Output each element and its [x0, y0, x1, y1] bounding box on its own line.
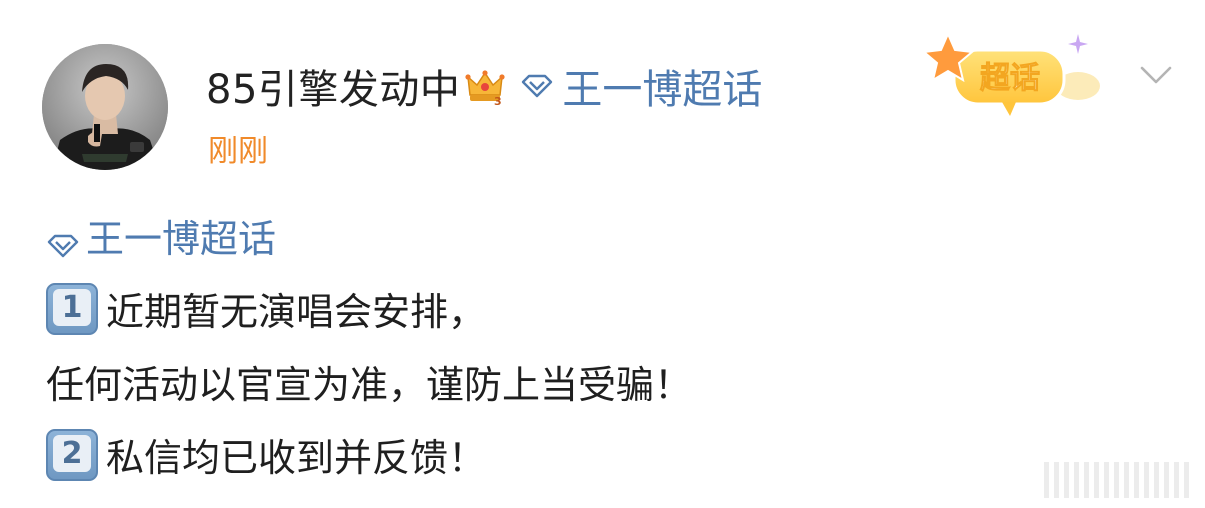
watermark-image	[1040, 456, 1200, 504]
post-timestamp: 刚刚	[208, 134, 268, 169]
diamond-icon	[46, 223, 80, 258]
svg-text:3: 3	[494, 95, 502, 107]
content-topic-label: 王一博超话	[86, 216, 277, 261]
supertopic-badge-label: 超话	[980, 61, 1040, 96]
supertopic-badge[interactable]: 超话	[918, 28, 1108, 120]
diamond-icon	[520, 74, 554, 98]
author-name[interactable]: 85引擎发动中	[206, 57, 460, 115]
header-topic-link[interactable]: 王一博超话	[520, 57, 762, 115]
content-text: 私信均已收到并反馈！	[106, 436, 487, 480]
content-topic-line: 王一博超话	[46, 206, 1176, 264]
content-text: 近期暂无演唱会安排，	[106, 290, 487, 334]
content-line: 任何活动以官宣为准，谨防上当受骗！	[46, 345, 1176, 418]
content-line: 2 私信均已收到并反馈！	[46, 418, 1176, 491]
content-line: 1 近期暂无演唱会安排，	[46, 272, 1176, 345]
chevron-down-icon[interactable]	[1138, 62, 1174, 88]
vip-crown-badge-icon[interactable]: 3	[464, 65, 506, 108]
avatar[interactable]	[42, 44, 168, 170]
content-text: 任何活动以官宣为准，谨防上当受骗！	[46, 363, 693, 407]
post-content: 王一博超话 1 近期暂无演唱会安排， 任何活动以官宣为准，谨防上当受骗！ 2 私…	[46, 206, 1176, 491]
keycap-two-icon: 2	[46, 428, 98, 481]
weibo-post-card: 85引擎发动中 3 王一博超话 刚刚 超话 王一博超话 1 近期暂无演唱会安排，…	[0, 0, 1205, 504]
content-topic-link[interactable]: 王一博超话	[46, 208, 276, 263]
keycap-one-icon: 1	[46, 282, 98, 335]
avatar-photo	[42, 44, 168, 170]
header-topic-label: 王一博超话	[562, 67, 763, 113]
post-header-row: 85引擎发动中 3 王一博超话	[206, 58, 762, 114]
